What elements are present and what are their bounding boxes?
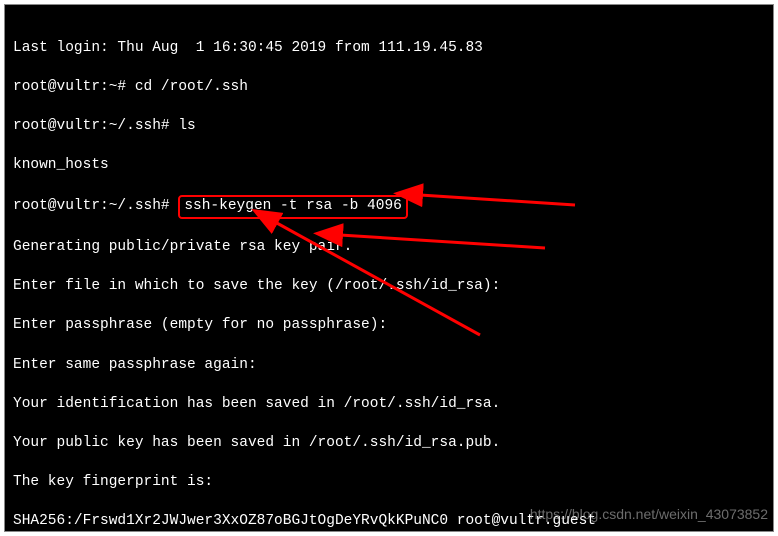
line-last-login: Last login: Thu Aug 1 16:30:45 2019 from… <box>13 39 765 59</box>
prompt-prefix: root@vultr:~/.ssh# <box>13 198 178 214</box>
terminal-output[interactable]: Last login: Thu Aug 1 16:30:45 2019 from… <box>5 15 773 531</box>
line-prompt-cd: root@vultr:~# cd /root/.ssh <box>13 78 765 98</box>
line-pub-saved: Your public key has been saved in /root/… <box>13 434 765 454</box>
line-fingerprint-is: The key fingerprint is: <box>13 473 765 493</box>
highlighted-command: ssh-keygen -t rsa -b 4096 <box>178 195 408 219</box>
line-prompt-keygen: root@vultr:~/.ssh# ssh-keygen -t rsa -b … <box>13 195 765 219</box>
line-id-saved: Your identification has been saved in /r… <box>13 395 765 415</box>
line-enter-file: Enter file in which to save the key (/ro… <box>13 277 765 297</box>
line-fingerprint: SHA256:/Frswd1Xr2JWJwer3XxOZ87oBGJtOgDeY… <box>13 512 765 531</box>
line-known-hosts: known_hosts <box>13 156 765 176</box>
line-enter-pass-again: Enter same passphrase again: <box>13 356 765 376</box>
line-prompt-ls: root@vultr:~/.ssh# ls <box>13 117 765 137</box>
line-generating: Generating public/private rsa key pair. <box>13 238 765 258</box>
title-bar <box>5 5 773 15</box>
line-enter-pass: Enter passphrase (empty for no passphras… <box>13 316 765 336</box>
